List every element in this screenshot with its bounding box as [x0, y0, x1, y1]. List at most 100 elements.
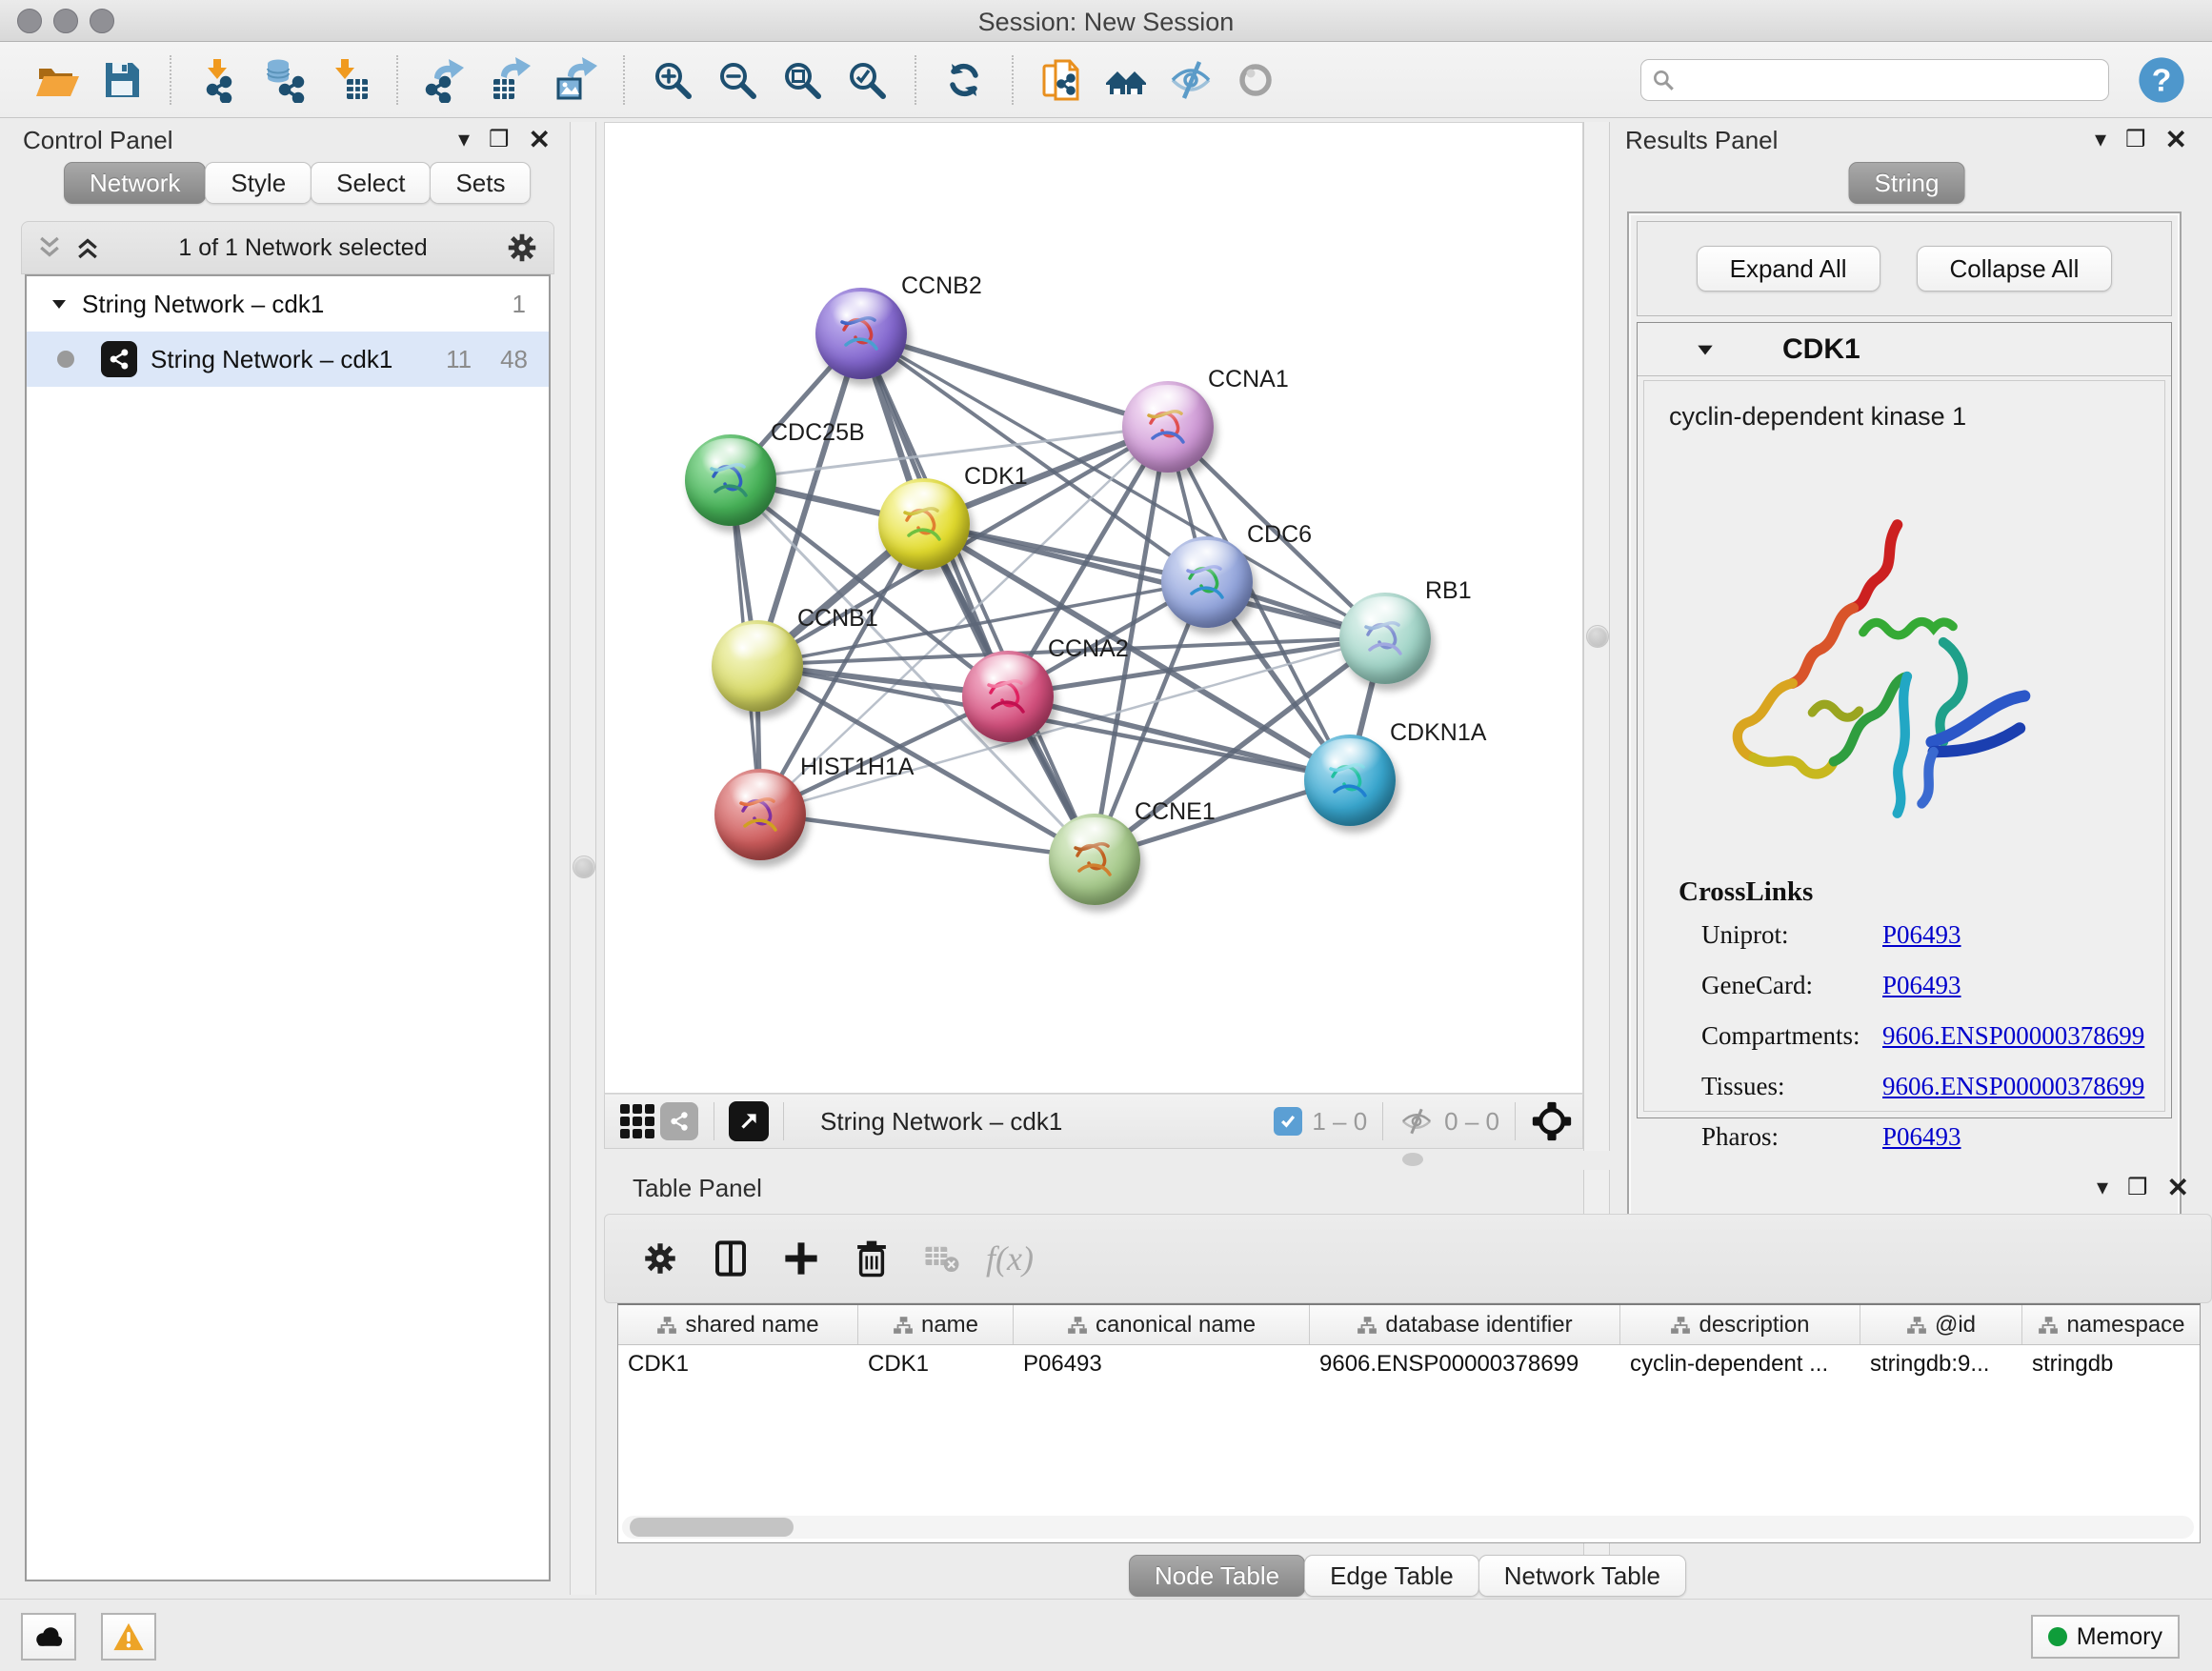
- warnings-icon[interactable]: [101, 1613, 156, 1661]
- collection-expander-icon[interactable]: [50, 294, 69, 313]
- network-canvas[interactable]: CCNB2CCNA1CDC25BCDK1CDC6RB1CCNB1CCNA2CDK…: [604, 122, 1583, 1094]
- gene-description: cyclin-dependent kinase 1: [1669, 402, 2164, 432]
- control-panel-close-icon[interactable]: ✕: [529, 126, 551, 154]
- table-panel-float-icon[interactable]: ❒: [2127, 1174, 2148, 1202]
- crosslink-label: Compartments:: [1701, 1021, 1882, 1051]
- crosslink-label: Uniprot:: [1701, 920, 1882, 950]
- network-node-CDK1[interactable]: [878, 478, 970, 570]
- collapse-all-icon[interactable]: [35, 233, 64, 262]
- table-scrollbar-thumb[interactable]: [630, 1518, 794, 1537]
- results-panel-float-icon[interactable]: ❒: [2125, 126, 2146, 154]
- tab-network-table[interactable]: Network Table: [1478, 1555, 1686, 1597]
- zoom-fit-icon[interactable]: [774, 51, 830, 109]
- fit-selected-crosshair-icon[interactable]: [1531, 1100, 1573, 1142]
- network-node-CDC6[interactable]: [1161, 536, 1253, 628]
- tab-style[interactable]: Style: [205, 162, 312, 204]
- network-view-toolbar: String Network – cdk1 1 – 0 0 – 0: [604, 1094, 1583, 1149]
- show-column-selector-icon[interactable]: [704, 1232, 757, 1285]
- crosslink-link[interactable]: P06493: [1882, 1122, 1961, 1152]
- detach-view-icon[interactable]: [728, 1100, 770, 1142]
- network-node-CCNE1[interactable]: [1049, 814, 1140, 905]
- collapse-all-button[interactable]: Collapse All: [1917, 246, 2113, 292]
- column-header-description[interactable]: description: [1620, 1305, 1860, 1344]
- crosslink-link[interactable]: 9606.ENSP00000378699: [1882, 1072, 2144, 1101]
- column-header-@id[interactable]: @id: [1860, 1305, 2022, 1344]
- cloud-status-icon[interactable]: [21, 1613, 76, 1661]
- import-table-icon[interactable]: [321, 51, 376, 109]
- network-share-icon[interactable]: [658, 1100, 700, 1142]
- function-builder-icon[interactable]: f(x): [986, 1232, 1034, 1285]
- node-gloss-highlight: [724, 624, 790, 662]
- delete-column-trash-icon[interactable]: [845, 1232, 898, 1285]
- selected-checkbox-icon[interactable]: [1274, 1107, 1302, 1136]
- import-network-file-icon[interactable]: [191, 51, 247, 109]
- column-header-namespace[interactable]: namespace: [2022, 1305, 2201, 1344]
- gene-section-header[interactable]: CDK1: [1638, 323, 2171, 376]
- horizontal-splitter-handle[interactable]: [1402, 1153, 1423, 1166]
- results-panel-close-icon[interactable]: ✕: [2165, 126, 2187, 154]
- import-network-database-icon[interactable]: [256, 51, 312, 109]
- birdseye-grid-icon[interactable]: [616, 1100, 658, 1142]
- network-node-HIST1H1A[interactable]: [714, 769, 806, 860]
- control-panel-menu-icon[interactable]: ▾: [458, 126, 470, 154]
- gene-expander-icon[interactable]: [1695, 339, 1716, 360]
- network-node-CCNA1[interactable]: [1122, 381, 1214, 473]
- show-all-icon[interactable]: [1228, 51, 1283, 109]
- search-input[interactable]: [1683, 63, 2099, 97]
- tab-network[interactable]: Network: [64, 162, 206, 204]
- left-splitter[interactable]: [570, 122, 596, 1595]
- export-image-icon[interactable]: [548, 51, 603, 109]
- results-panel-menu-icon[interactable]: ▾: [2095, 126, 2106, 154]
- crosslink-link[interactable]: P06493: [1882, 920, 1961, 950]
- expand-all-icon[interactable]: [73, 233, 102, 262]
- zoom-in-icon[interactable]: [645, 51, 700, 109]
- column-header-canonical-name[interactable]: canonical name: [1014, 1305, 1310, 1344]
- zoom-out-icon[interactable]: [710, 51, 765, 109]
- table-panel-menu-icon[interactable]: ▾: [2097, 1174, 2108, 1202]
- right-splitter-handle[interactable]: [1586, 625, 1609, 648]
- tab-node-table[interactable]: Node Table: [1129, 1555, 1305, 1597]
- node-label-CCNB1: CCNB1: [797, 605, 878, 633]
- column-header-shared-name[interactable]: shared name: [618, 1305, 858, 1344]
- table-row[interactable]: CDK1CDK1P064939606.ENSP00000378699cyclin…: [618, 1345, 2200, 1385]
- open-session-icon[interactable]: [30, 51, 85, 109]
- protein-structure-image: [1682, 495, 2063, 857]
- network-node-RB1[interactable]: [1339, 593, 1431, 684]
- help-icon[interactable]: ?: [2136, 54, 2187, 106]
- network-node-CDC25B[interactable]: [685, 434, 776, 526]
- refresh-view-icon[interactable]: [936, 51, 992, 109]
- crosslink-link[interactable]: 9606.ENSP00000378699: [1882, 1021, 2144, 1051]
- table-options-gear-icon[interactable]: [633, 1232, 687, 1285]
- table-panel-close-icon[interactable]: ✕: [2167, 1174, 2189, 1202]
- save-session-icon[interactable]: [94, 51, 150, 109]
- toolbar-separator: [396, 55, 398, 105]
- delete-table-icon[interactable]: [915, 1232, 969, 1285]
- tab-string[interactable]: String: [1849, 162, 1965, 204]
- crosslink-link[interactable]: P06493: [1882, 971, 1961, 1000]
- memory-button[interactable]: Memory: [2031, 1615, 2180, 1659]
- tab-edge-table[interactable]: Edge Table: [1304, 1555, 1479, 1597]
- node-gloss-highlight: [1352, 596, 1418, 634]
- string-home-icon[interactable]: [1098, 51, 1154, 109]
- left-splitter-handle[interactable]: [573, 856, 595, 878]
- expand-all-button[interactable]: Expand All: [1697, 246, 1880, 292]
- network-node-CDKN1A[interactable]: [1304, 735, 1396, 826]
- control-panel-float-icon[interactable]: ❒: [489, 126, 510, 154]
- share-session-file-icon[interactable]: [1034, 51, 1089, 109]
- tab-sets[interactable]: Sets: [430, 162, 531, 204]
- hide-selected-icon[interactable]: [1163, 51, 1218, 109]
- network-collection-row[interactable]: String Network – cdk1 1: [27, 276, 549, 332]
- export-table-icon[interactable]: [483, 51, 538, 109]
- network-node-CCNA2[interactable]: [962, 651, 1054, 742]
- network-options-gear-icon[interactable]: [504, 230, 540, 266]
- network-edge[interactable]: [760, 814, 1094, 858]
- create-column-plus-icon[interactable]: [774, 1232, 828, 1285]
- network-row[interactable]: String Network – cdk1 11 48: [27, 332, 549, 387]
- zoom-selected-icon[interactable]: [839, 51, 895, 109]
- network-node-CCNB1[interactable]: [712, 620, 803, 712]
- export-network-icon[interactable]: [418, 51, 473, 109]
- network-node-CCNB2[interactable]: [815, 288, 907, 379]
- column-header-database-identifier[interactable]: database identifier: [1310, 1305, 1620, 1344]
- tab-select[interactable]: Select: [311, 162, 431, 204]
- column-header-name[interactable]: name: [858, 1305, 1014, 1344]
